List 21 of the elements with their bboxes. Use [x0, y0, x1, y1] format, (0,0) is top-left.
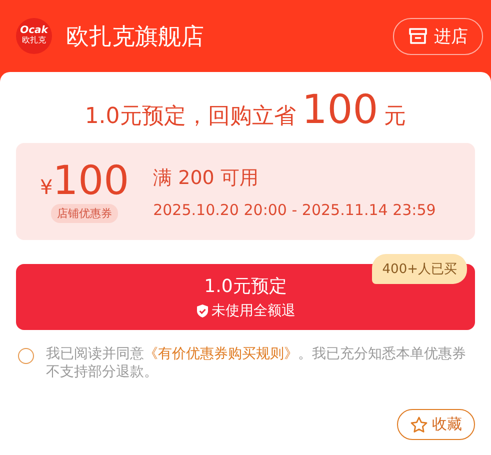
shield-check-icon: [196, 304, 208, 318]
star-icon: [410, 416, 428, 434]
enter-store-button[interactable]: 进店: [393, 18, 483, 54]
coupon-tag: 店铺优惠券: [51, 204, 118, 222]
currency-symbol: ¥: [40, 174, 53, 198]
buyers-badge: 400+人已买: [372, 254, 467, 284]
logo-text: Ocak: [20, 26, 48, 36]
coupon-validity: 2025.10.20 20:00 - 2025.11.14 23:59: [153, 200, 436, 218]
savings-amount: 100: [302, 90, 378, 130]
agreement-text: 我已阅读并同意《有价优惠券购买规则》。我已充分知悉本单优惠券不支持部分退款。: [46, 346, 467, 381]
refund-guarantee: 未使用全额退: [212, 302, 296, 320]
favorite-button[interactable]: 收藏: [397, 409, 475, 440]
storefront-icon: [408, 27, 428, 45]
coupon-condition: 满 200 可用: [153, 166, 260, 190]
agreement-checkbox[interactable]: [18, 348, 34, 364]
currency-unit: 元: [384, 103, 406, 131]
coupon-value: 100: [52, 160, 130, 200]
headline-text: 1.0元预定，回购立省: [84, 103, 296, 131]
rules-link[interactable]: 《有价优惠券购买规则》: [144, 346, 298, 362]
store-name: 欧扎克旗舰店: [66, 22, 205, 52]
logo-subtext: 欧扎克: [22, 37, 46, 45]
